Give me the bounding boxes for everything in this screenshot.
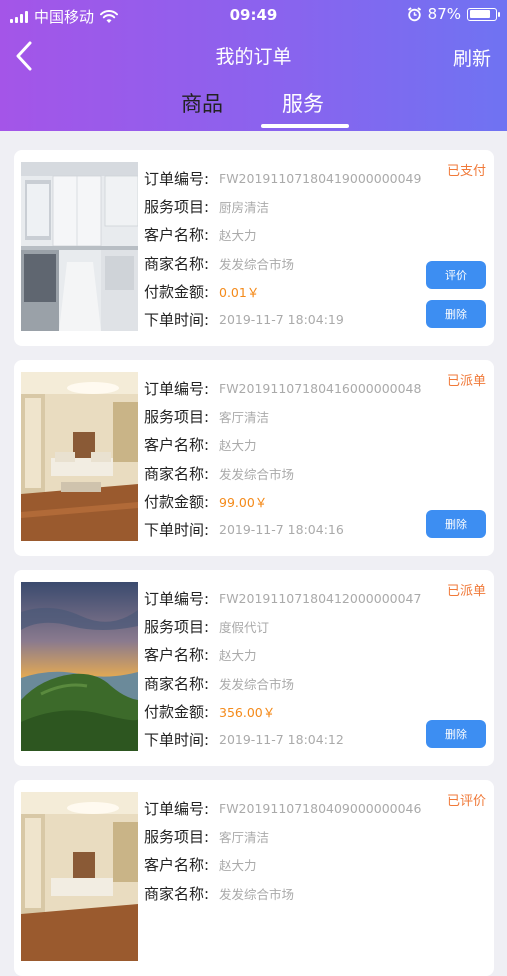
amount-label: 付款金额: bbox=[144, 702, 210, 721]
nav-bar: 我的订单 刷新 bbox=[0, 36, 507, 76]
customer-label: 客户名称: bbox=[144, 226, 210, 245]
merchant-value: 发发综合市场 bbox=[219, 256, 295, 272]
header: 中国移动 09:49 87% 我的订单 刷新 商品 服务 bbox=[0, 0, 507, 131]
service-item-row: 服务项目: 厨房清洁 bbox=[144, 192, 421, 220]
merchant-label: 商家名称: bbox=[144, 674, 210, 693]
order-time-label: 下单时间: bbox=[144, 521, 210, 540]
order-no-row: 订单编号: FW20191107180416000000048 bbox=[144, 374, 421, 402]
merchant-value: 发发综合市场 bbox=[219, 676, 295, 692]
tab-bar: 商品 服务 bbox=[0, 88, 507, 130]
refresh-button[interactable]: 刷新 bbox=[453, 44, 491, 71]
amount-row: 付款金额: 99.00￥ bbox=[144, 487, 421, 515]
order-no-value: FW20191107180416000000048 bbox=[219, 380, 422, 396]
merchant-value: 发发综合市场 bbox=[219, 466, 295, 482]
amount-value: 0.01￥ bbox=[219, 284, 260, 300]
service-item-row: 服务项目: 客厅清洁 bbox=[144, 402, 421, 430]
order-thumbnail-living-room bbox=[21, 372, 138, 541]
merchant-row: 商家名称: 发发综合市场 bbox=[144, 669, 421, 697]
service-item-value: 度假代订 bbox=[219, 619, 270, 635]
merchant-label: 商家名称: bbox=[144, 464, 210, 483]
customer-label: 客户名称: bbox=[144, 856, 210, 875]
order-no-label: 订单编号: bbox=[144, 799, 210, 818]
order-thumbnail-landscape bbox=[21, 582, 138, 751]
customer-label: 客户名称: bbox=[144, 436, 210, 455]
customer-value: 赵大力 bbox=[219, 438, 257, 454]
service-item-value: 厨房清洁 bbox=[219, 199, 270, 215]
amount-label: 付款金额: bbox=[144, 492, 210, 511]
order-time-row: 下单时间: 2019-11-7 18:04:16 bbox=[144, 515, 421, 543]
order-status-badge: 已派单 bbox=[446, 374, 486, 389]
order-no-value: FW20191107180419000000049 bbox=[219, 170, 422, 186]
battery-percent: 87% bbox=[427, 5, 461, 23]
merchant-label: 商家名称: bbox=[144, 254, 210, 273]
amount-value: 356.00￥ bbox=[219, 704, 276, 720]
amount-row: 付款金额: 356.00￥ bbox=[144, 697, 421, 725]
amount-value: 99.00￥ bbox=[219, 494, 268, 510]
service-item-row: 服务项目: 客厅清洁 bbox=[144, 822, 421, 850]
order-time-row: 下单时间: 2019-11-7 18:04:19 bbox=[144, 305, 421, 333]
customer-row: 客户名称: 赵大力 bbox=[144, 641, 421, 669]
merchant-row: 商家名称: 发发综合市场 bbox=[144, 879, 421, 907]
order-time-value: 2019-11-7 18:04:12 bbox=[219, 732, 344, 748]
battery-icon bbox=[467, 7, 500, 21]
delete-button[interactable]: 删除 bbox=[426, 300, 486, 328]
order-time-row: 下单时间: 2019-11-7 18:04:12 bbox=[144, 725, 421, 753]
merchant-row: 商家名称: 发发综合市场 bbox=[144, 459, 421, 487]
status-bar: 中国移动 09:49 87% bbox=[0, 0, 507, 30]
order-no-value: FW20191107180412000000047 bbox=[219, 590, 422, 606]
order-thumbnail-kitchen bbox=[21, 162, 138, 331]
service-item-label: 服务项目: bbox=[144, 827, 210, 846]
service-item-value: 客厅清洁 bbox=[219, 409, 270, 425]
order-card[interactable]: 订单编号: FW20191107180412000000047 服务项目: 度假代订… bbox=[14, 570, 494, 766]
order-no-value: FW20191107180409000000046 bbox=[219, 800, 422, 816]
merchant-row: 商家名称: 发发综合市场 bbox=[144, 249, 421, 277]
customer-label: 客户名称: bbox=[144, 646, 210, 665]
service-item-row: 服务项目: 度假代订 bbox=[144, 612, 421, 640]
merchant-label: 商家名称: bbox=[144, 884, 210, 903]
battery-fill bbox=[469, 10, 491, 18]
order-time-value: 2019-11-7 18:04:16 bbox=[219, 522, 344, 538]
order-no-label: 订单编号: bbox=[144, 589, 210, 608]
delete-button[interactable]: 删除 bbox=[426, 720, 486, 748]
order-time-label: 下单时间: bbox=[144, 311, 210, 330]
service-item-value: 客厅清洁 bbox=[219, 829, 270, 845]
order-thumbnail-living-room bbox=[21, 792, 138, 961]
order-no-row: 订单编号: FW20191107180412000000047 bbox=[144, 584, 421, 612]
tab-goods[interactable]: 商品 bbox=[181, 88, 223, 118]
service-item-label: 服务项目: bbox=[144, 197, 210, 216]
service-item-label: 服务项目: bbox=[144, 617, 210, 636]
review-button[interactable]: 评价 bbox=[426, 261, 486, 289]
order-no-label: 订单编号: bbox=[144, 379, 210, 398]
order-card[interactable]: 订单编号: FW20191107180419000000049 服务项目: 厨房清洁… bbox=[14, 150, 494, 346]
order-time-label: 下单时间: bbox=[144, 731, 210, 750]
customer-row: 客户名称: 赵大力 bbox=[144, 851, 421, 879]
customer-row: 客户名称: 赵大力 bbox=[144, 221, 421, 249]
delete-button[interactable]: 删除 bbox=[426, 510, 486, 538]
order-card[interactable]: 订单编号: FW20191107180409000000046 服务项目: 客厅清洁… bbox=[14, 780, 494, 976]
order-status-badge: 已评价 bbox=[446, 794, 486, 809]
customer-value: 赵大力 bbox=[219, 648, 257, 664]
tab-service[interactable]: 服务 bbox=[282, 88, 324, 118]
order-no-row: 订单编号: FW20191107180409000000046 bbox=[144, 794, 421, 822]
order-no-label: 订单编号: bbox=[144, 169, 210, 188]
page-title: 我的订单 bbox=[215, 46, 292, 68]
order-no-row: 订单编号: FW20191107180419000000049 bbox=[144, 164, 421, 192]
amount-label: 付款金额: bbox=[144, 282, 210, 301]
customer-row: 客户名称: 赵大力 bbox=[144, 431, 421, 459]
order-status-badge: 已派单 bbox=[446, 584, 486, 599]
customer-value: 赵大力 bbox=[219, 858, 257, 874]
order-status-badge: 已支付 bbox=[446, 164, 486, 179]
customer-value: 赵大力 bbox=[219, 228, 257, 244]
service-item-label: 服务项目: bbox=[144, 407, 210, 426]
alarm-icon bbox=[407, 6, 421, 21]
active-tab-indicator bbox=[261, 124, 349, 128]
order-time-value: 2019-11-7 18:04:19 bbox=[219, 312, 344, 328]
order-card[interactable]: 订单编号: FW20191107180416000000048 服务项目: 客厅清洁… bbox=[14, 360, 494, 556]
amount-row: 付款金额: 0.01￥ bbox=[144, 277, 421, 305]
